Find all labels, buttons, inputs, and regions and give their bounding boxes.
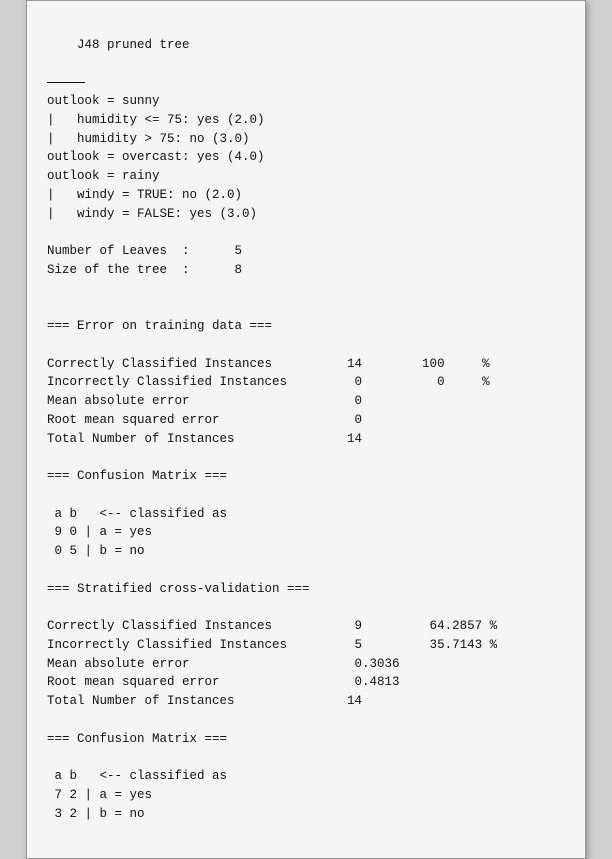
main-window: J48 pruned tree outlook = sunny | humidi… xyxy=(26,0,586,859)
output-body: outlook = sunny | humidity <= 75: yes (2… xyxy=(47,94,497,821)
output-content: J48 pruned tree outlook = sunny | humidi… xyxy=(47,17,565,842)
tree-title: J48 pruned tree xyxy=(77,38,190,52)
title-underline xyxy=(47,82,85,83)
